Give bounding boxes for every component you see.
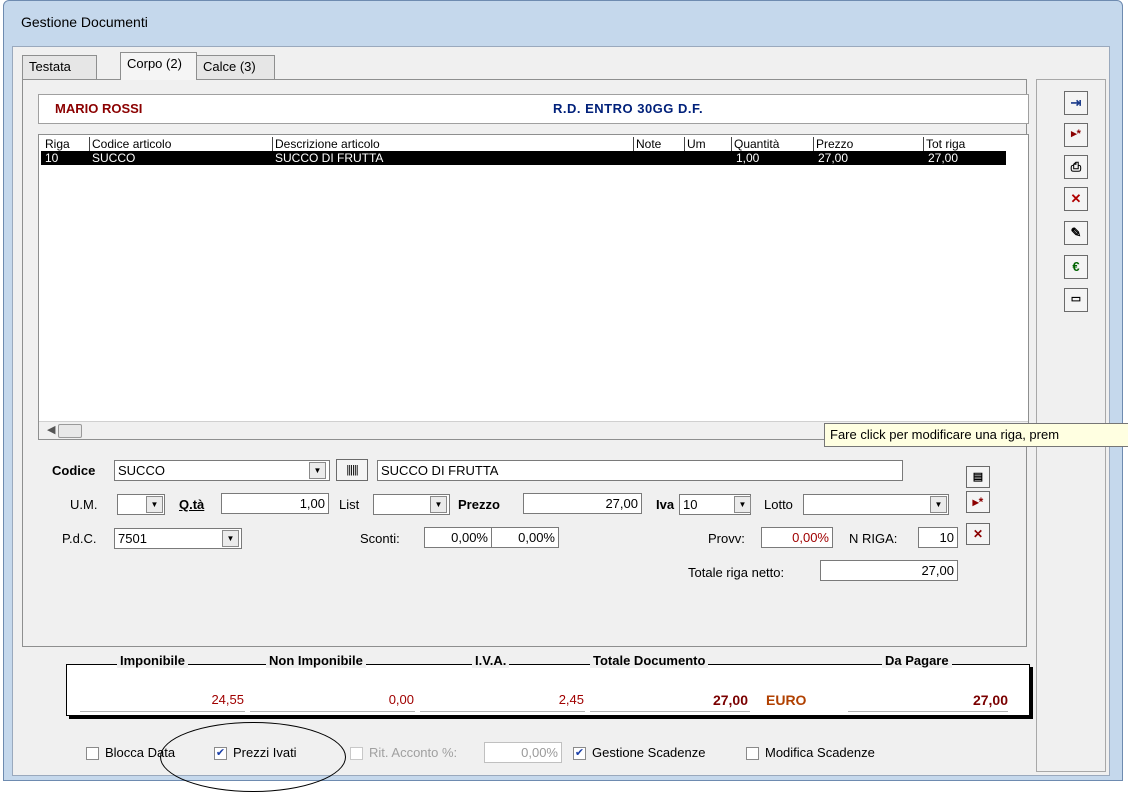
non-imponibile-label: Non Imponibile xyxy=(266,653,366,668)
qta-input[interactable]: 1,00 xyxy=(221,493,329,514)
nriga-label: N RIGA: xyxy=(849,531,898,546)
um-label: U.M. xyxy=(70,497,98,512)
totals-box xyxy=(66,664,1030,716)
iva-label: Iva xyxy=(656,497,675,512)
col-header-descrizione[interactable]: Descrizione articolo xyxy=(272,137,380,152)
col-header-tot-riga[interactable]: Tot riga xyxy=(923,137,965,152)
delete-row-icon[interactable]: ✕ xyxy=(966,523,990,545)
codice-input[interactable]: SUCCO xyxy=(114,460,330,481)
modifica-scadenze-checkbox[interactable] xyxy=(746,747,759,760)
non-imponibile-underline xyxy=(250,711,415,712)
sconti-label: Sconti: xyxy=(360,531,400,546)
edit-note-icon[interactable]: ✎ xyxy=(1064,221,1088,245)
cell-tot-riga: 27,00 xyxy=(928,151,959,165)
lotto-select[interactable] xyxy=(803,494,949,515)
rows-grid[interactable]: Riga Codice articolo Descrizione articol… xyxy=(38,134,1029,440)
da-pagare-value: 27,00 xyxy=(972,692,1008,708)
imponibile-value: 24,55 xyxy=(211,692,244,707)
imponibile-underline xyxy=(80,711,245,712)
customer-name: MARIO ROSSI xyxy=(55,101,143,116)
imponibile-label: Imponibile xyxy=(117,653,188,668)
cell-descrizione: SUCCO DI FRUTTA xyxy=(275,151,384,165)
sconto1-input[interactable]: 0,00% xyxy=(424,527,492,548)
cell-codice: SUCCO xyxy=(92,151,136,165)
codice-dropdown-icon[interactable]: ▼ xyxy=(309,462,326,479)
col-header-note[interactable]: Note xyxy=(633,137,661,152)
cell-quantita: 1,00 xyxy=(736,151,760,165)
cell-riga: 10 xyxy=(45,151,59,165)
totale-underline xyxy=(590,711,750,712)
gestione-scadenze-label: Gestione Scadenze xyxy=(592,745,706,760)
euro-icon[interactable]: € xyxy=(1064,255,1088,279)
iva-underline xyxy=(420,711,585,712)
barcode-icon[interactable]: |||||| xyxy=(336,459,368,481)
da-pagare-label: Da Pagare xyxy=(882,653,952,668)
blocca-data-checkbox[interactable] xyxy=(86,747,99,760)
provv-label: Provv: xyxy=(708,531,745,546)
lotto-label: Lotto xyxy=(764,497,793,512)
list-label: List xyxy=(339,497,360,512)
table-row[interactable]: 10 SUCCO SUCCO DI FRUTTA 1,00 27,00 27,0… xyxy=(41,151,1006,165)
col-header-prezzo[interactable]: Prezzo xyxy=(813,137,853,152)
totale-documento-value: 27,00 xyxy=(712,692,748,708)
prezzo-label: Prezzo xyxy=(458,497,500,512)
detail-icon[interactable]: ▤ xyxy=(966,466,990,488)
tab-corpo[interactable]: Corpo (2) xyxy=(120,52,197,80)
rit-acconto-input: 0,00% xyxy=(484,742,562,763)
payment-terms: R.D. ENTRO 30GG D.F. xyxy=(553,101,704,116)
pdc-label: P.d.C. xyxy=(62,531,97,546)
lotto-dropdown-icon[interactable]: ▼ xyxy=(930,496,947,513)
new-row-icon[interactable]: ▸* xyxy=(966,491,990,513)
iva-total-value: 2,45 xyxy=(558,692,584,707)
iva-total-label: I.V.A. xyxy=(472,653,510,668)
scrollbar-thumb[interactable] xyxy=(58,424,82,438)
iva-dropdown-icon[interactable]: ▼ xyxy=(734,496,751,513)
tab-calce[interactable]: Calce (3) xyxy=(196,55,275,79)
nriga-input[interactable]: 10 xyxy=(918,527,958,548)
totale-riga-label: Totale riga netto: xyxy=(688,565,785,580)
codice-label: Codice xyxy=(52,463,96,478)
provv-input[interactable]: 0,00% xyxy=(761,527,833,548)
card-icon[interactable]: ▭ xyxy=(1064,288,1088,312)
tab-testata[interactable]: Testata (1) xyxy=(22,55,97,96)
scroll-left-icon[interactable]: ◀ xyxy=(47,423,55,436)
descrizione-input[interactable]: SUCCO DI FRUTTA xyxy=(377,460,903,481)
exit-door-icon[interactable]: ⇥ xyxy=(1064,91,1088,115)
prezzo-input[interactable]: 27,00 xyxy=(523,493,642,514)
totale-riga-value: 27,00 xyxy=(820,560,958,581)
da-pagare-underline xyxy=(848,711,1008,712)
highlight-oval xyxy=(160,722,346,792)
cell-prezzo: 27,00 xyxy=(818,151,849,165)
printer-icon[interactable]: ⎙ xyxy=(1064,155,1088,179)
modifica-scadenze-label: Modifica Scadenze xyxy=(765,745,875,760)
rit-acconto-checkbox xyxy=(350,747,363,760)
gestione-scadenze-checkbox[interactable]: ✔ xyxy=(573,747,586,760)
non-imponibile-value: 0,00 xyxy=(388,692,414,707)
window-title: Gestione Documenti xyxy=(21,14,148,30)
col-header-quantita[interactable]: Quantità xyxy=(731,137,779,152)
customer-bar: MARIO ROSSI R.D. ENTRO 30GG D.F. xyxy=(38,94,1029,124)
delete-row-icon[interactable]: ✕ xyxy=(1064,187,1088,211)
sconto2-input[interactable]: 0,00% xyxy=(491,527,559,548)
col-header-um[interactable]: Um xyxy=(684,137,706,152)
pdc-dropdown-icon[interactable]: ▼ xyxy=(222,530,239,547)
list-dropdown-icon[interactable]: ▼ xyxy=(430,496,447,513)
currency-label: EURO xyxy=(766,692,807,708)
um-dropdown-icon[interactable]: ▼ xyxy=(146,496,163,513)
new-row-icon[interactable]: ▸* xyxy=(1064,123,1088,147)
totale-documento-label: Totale Documento xyxy=(590,653,709,668)
col-header-codice[interactable]: Codice articolo xyxy=(89,137,171,152)
rit-acconto-label: Rit. Acconto %: xyxy=(369,745,458,760)
col-header-riga[interactable]: Riga xyxy=(43,137,70,152)
qta-label: Q.tà xyxy=(179,497,205,512)
tooltip: Fare click per modificare una riga, prem xyxy=(824,423,1128,447)
